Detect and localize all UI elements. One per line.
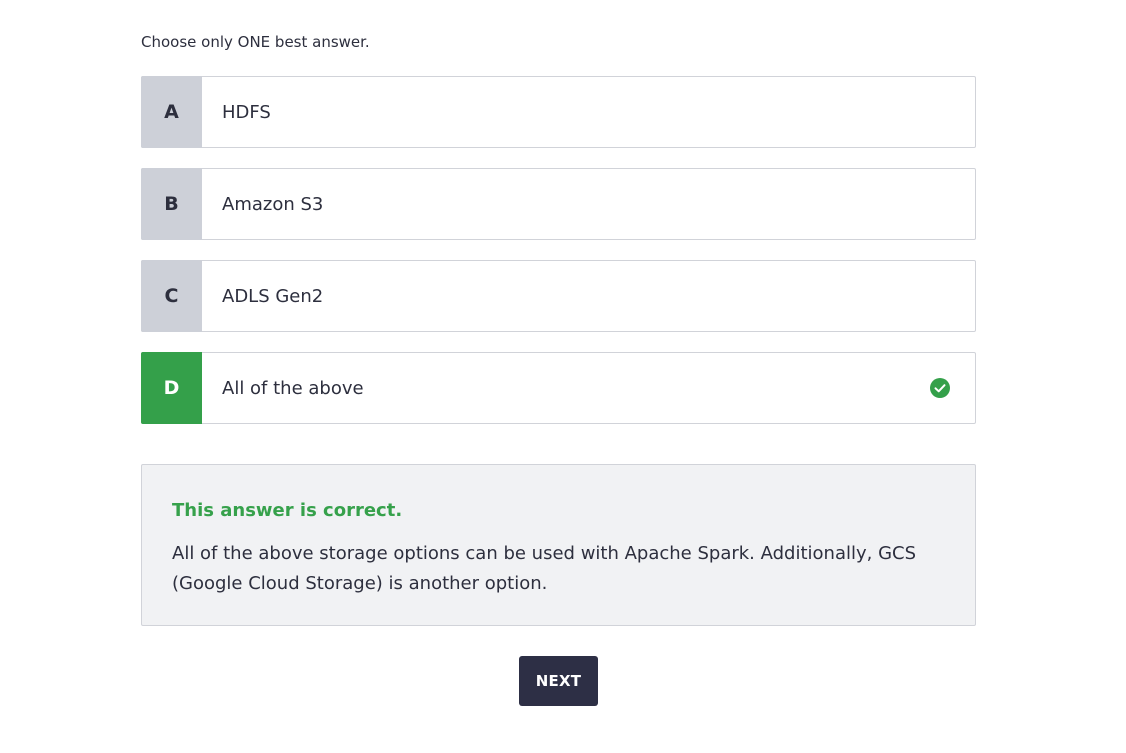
- option-c[interactable]: C ADLS Gen2: [141, 260, 976, 332]
- option-letter: B: [141, 168, 202, 240]
- option-text: HDFS: [222, 101, 271, 123]
- instruction-text: Choose only ONE best answer.: [141, 33, 370, 51]
- option-b[interactable]: B Amazon S3: [141, 168, 976, 240]
- option-d[interactable]: D All of the above: [141, 352, 976, 424]
- option-a[interactable]: A HDFS: [141, 76, 976, 148]
- feedback-body: All of the above storage options can be …: [172, 543, 917, 594]
- option-letter: D: [141, 352, 202, 424]
- feedback-panel: This answer is correct. All of the above…: [141, 464, 976, 626]
- option-letter: C: [141, 260, 202, 332]
- option-text: All of the above: [222, 377, 364, 399]
- check-circle-icon: [930, 378, 950, 398]
- feedback-title: This answer is correct.: [172, 500, 403, 521]
- option-text: Amazon S3: [222, 193, 324, 215]
- next-button[interactable]: NEXT: [519, 656, 598, 706]
- option-text: ADLS Gen2: [222, 285, 324, 307]
- option-letter: A: [141, 76, 202, 148]
